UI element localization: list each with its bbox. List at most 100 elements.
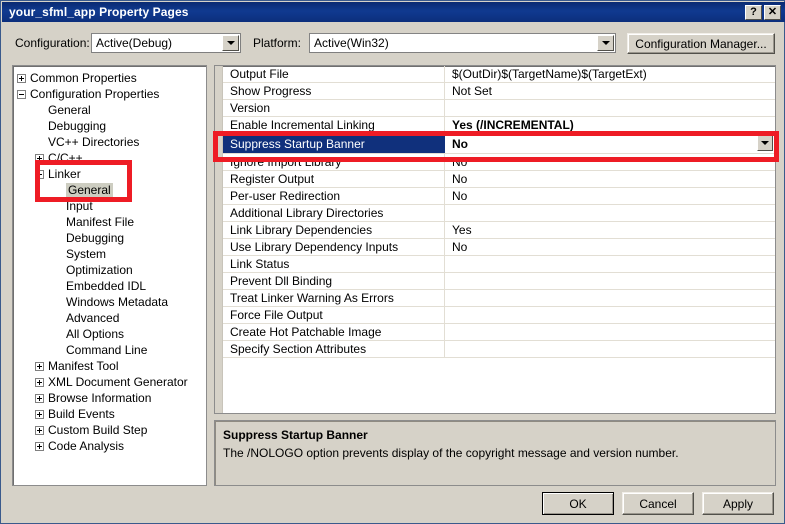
apply-button[interactable]: Apply (702, 492, 774, 515)
grid-row-name: Suppress Startup Banner (223, 134, 445, 153)
chevron-down-icon[interactable] (222, 35, 239, 51)
expand-icon[interactable] (35, 394, 44, 403)
tree-item[interactable]: Debugging (17, 118, 206, 134)
grid-row[interactable]: Ignore Import LibraryNo (223, 154, 775, 171)
tree-item-label: All Options (66, 327, 124, 341)
grid-row[interactable]: Enable Incremental LinkingYes (/INCREMEN… (223, 117, 775, 134)
description-panel: Suppress Startup Banner The /NOLOGO opti… (214, 420, 776, 486)
grid-row-value: Yes (/INCREMENTAL) (445, 117, 775, 133)
expand-icon[interactable] (35, 154, 44, 163)
grid-row-value-text: No (452, 155, 467, 169)
grid-row-value-text: No (452, 189, 467, 203)
platform-label: Platform: (253, 36, 301, 50)
tree-item[interactable]: Debugging (17, 230, 206, 246)
tree-item[interactable]: General (17, 102, 206, 118)
expand-icon[interactable] (35, 378, 44, 387)
tree-item[interactable]: Common Properties (17, 70, 206, 86)
grid-row-value: Not Set (445, 83, 775, 99)
expand-icon[interactable] (35, 410, 44, 419)
tree-item-label: Debugging (66, 231, 124, 245)
tree-item[interactable]: C/C++ (17, 150, 206, 166)
tree-item[interactable]: Advanced (17, 310, 206, 326)
tree-item-label: Windows Metadata (66, 295, 168, 309)
tree-item[interactable]: Linker (17, 166, 206, 182)
expand-icon[interactable] (17, 74, 26, 83)
tree-item[interactable]: Command Line (17, 342, 206, 358)
close-icon[interactable]: ✕ (764, 5, 781, 20)
tree-item[interactable]: Optimization (17, 262, 206, 278)
grid-row-value-text: Yes (/INCREMENTAL) (452, 118, 574, 132)
grid-row[interactable]: Additional Library Directories (223, 205, 775, 222)
cancel-button[interactable]: Cancel (622, 492, 694, 515)
tree-item-label: Custom Build Step (48, 423, 147, 437)
tree-spacer-icon (53, 282, 62, 291)
tree-item[interactable]: Code Analysis (17, 438, 206, 454)
grid-row-name: Per-user Redirection (223, 188, 445, 204)
grid-row-selected[interactable]: Suppress Startup BannerNo (223, 134, 775, 154)
grid-row[interactable]: Output File$(OutDir)$(TargetName)$(Targe… (223, 66, 775, 83)
expand-icon[interactable] (35, 442, 44, 451)
grid-row-name: Force File Output (223, 307, 445, 323)
property-grid[interactable]: Output File$(OutDir)$(TargetName)$(Targe… (214, 65, 776, 414)
grid-row[interactable]: Per-user Redirection No (223, 188, 775, 205)
configuration-select[interactable]: Active(Debug) (91, 33, 241, 53)
tree-item-label: General (48, 103, 91, 117)
tree-item[interactable]: Manifest File (17, 214, 206, 230)
tree-item[interactable]: All Options (17, 326, 206, 342)
configuration-bar: Configuration: Active(Debug) Platform: A… (1, 31, 785, 55)
grid-row[interactable]: Create Hot Patchable Image (223, 324, 775, 341)
tree-item-label: Code Analysis (48, 439, 124, 453)
tree-item[interactable]: Input (17, 198, 206, 214)
grid-row-name: Register Output (223, 171, 445, 187)
grid-row-name: Specify Section Attributes (223, 341, 445, 357)
grid-row[interactable]: Treat Linker Warning As Errors (223, 290, 775, 307)
tree-item[interactable]: XML Document Generator (17, 374, 206, 390)
platform-select[interactable]: Active(Win32) (309, 33, 616, 53)
tree-item[interactable]: Custom Build Step (17, 422, 206, 438)
grid-row[interactable]: Prevent Dll Binding (223, 273, 775, 290)
properties-tree[interactable]: Common PropertiesConfiguration Propertie… (12, 65, 207, 486)
grid-row-value (445, 205, 775, 221)
expand-icon[interactable] (35, 362, 44, 371)
tree-spacer-icon (53, 250, 62, 259)
configuration-manager-button[interactable]: Configuration Manager... (627, 33, 775, 54)
grid-row[interactable]: Show ProgressNot Set (223, 83, 775, 100)
grid-row-name: Treat Linker Warning As Errors (223, 290, 445, 306)
expand-icon[interactable] (35, 426, 44, 435)
ok-button[interactable]: OK (542, 492, 614, 515)
tree-item-label: Input (66, 199, 93, 213)
grid-row-value-text: $(OutDir)$(TargetName)$(TargetExt) (452, 67, 647, 81)
grid-row[interactable]: Link Status (223, 256, 775, 273)
tree-item[interactable]: Manifest Tool (17, 358, 206, 374)
tree-item[interactable]: VC++ Directories (17, 134, 206, 150)
collapse-icon[interactable] (35, 170, 44, 179)
tree-item-label: C/C++ (48, 151, 83, 165)
tree-item[interactable]: Browse Information (17, 390, 206, 406)
chevron-down-icon[interactable] (757, 135, 773, 151)
tree-item[interactable]: General (17, 182, 206, 198)
grid-row-value[interactable]: No (445, 134, 775, 153)
grid-row-value-text: Not Set (452, 84, 492, 98)
property-pages-dialog: your_sfml_app Property Pages ? ✕ Configu… (0, 0, 785, 524)
tree-item[interactable]: System (17, 246, 206, 262)
tree-item-label: Browse Information (48, 391, 151, 405)
grid-row-name: Version (223, 100, 445, 116)
chevron-down-icon[interactable] (597, 35, 614, 51)
tree-spacer-icon (35, 138, 44, 147)
tree-item[interactable]: Configuration Properties (17, 86, 206, 102)
tree-spacer-icon (53, 298, 62, 307)
grid-rows: Output File$(OutDir)$(TargetName)$(Targe… (223, 66, 775, 358)
tree-item[interactable]: Embedded IDL (17, 278, 206, 294)
tree-item[interactable]: Build Events (17, 406, 206, 422)
grid-row[interactable]: Specify Section Attributes (223, 341, 775, 358)
grid-row[interactable]: Version (223, 100, 775, 117)
grid-row[interactable]: Force File Output (223, 307, 775, 324)
tree-item[interactable]: Windows Metadata (17, 294, 206, 310)
description-text: The /NOLOGO option prevents display of t… (223, 446, 767, 460)
grid-row[interactable]: Link Library DependenciesYes (223, 222, 775, 239)
grid-row[interactable]: Use Library Dependency InputsNo (223, 239, 775, 256)
help-icon[interactable]: ? (745, 5, 762, 20)
grid-row[interactable]: Register OutputNo (223, 171, 775, 188)
grid-row-value (445, 341, 775, 357)
collapse-icon[interactable] (17, 90, 26, 99)
